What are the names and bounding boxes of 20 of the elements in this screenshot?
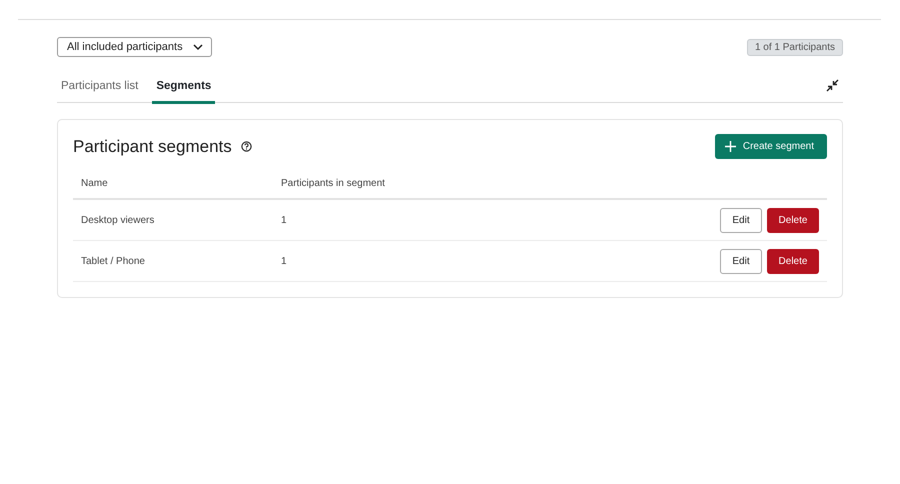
create-segment-button[interactable]: Create segment — [714, 134, 827, 159]
delete-button[interactable]: Delete — [767, 248, 819, 274]
help-icon[interactable] — [240, 141, 252, 152]
tab[interactable]: Segments — [152, 77, 216, 104]
table-cell-text: Desktop viewers — [81, 214, 156, 226]
table-cell-text: 1 — [281, 214, 288, 226]
column-header: Participants in segment — [281, 178, 386, 189]
collapse-icon[interactable] — [826, 79, 839, 92]
edit-button[interactable]: Edit — [720, 248, 762, 274]
edit-button[interactable]: Edit — [720, 208, 762, 232]
table-cell-text: 1 — [281, 256, 288, 266]
delete-button[interactable]: Delete — [767, 208, 819, 232]
table-cell-text: Tablet / Phone — [81, 256, 146, 266]
filter-dropdown[interactable]: All included participants — [57, 37, 212, 57]
card-title: Participant segments — [73, 136, 232, 156]
column-header: Name — [81, 178, 109, 189]
chevron-down-icon — [192, 44, 203, 50]
participant-count-badge: 1 of 1 Participants — [746, 38, 843, 56]
tab[interactable]: Participants list — [57, 77, 142, 104]
plus-icon — [724, 141, 736, 152]
